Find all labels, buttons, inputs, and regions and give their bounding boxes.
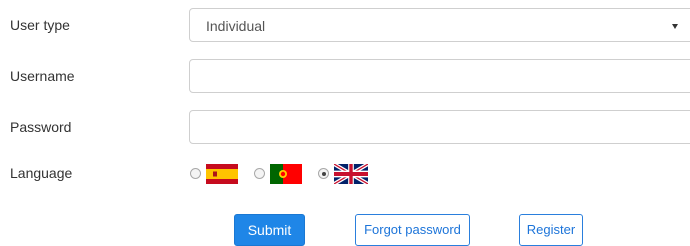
uk-flag-icon[interactable]	[334, 164, 368, 184]
password-label: Password	[10, 119, 72, 135]
user-type-select[interactable]: Individual	[189, 8, 690, 42]
username-label: Username	[10, 68, 75, 84]
portugal-flag-icon[interactable]	[270, 164, 302, 184]
register-button[interactable]: Register	[519, 214, 583, 246]
user-type-label: User type	[10, 17, 70, 33]
forgot-password-button[interactable]: Forgot password	[355, 214, 470, 246]
submit-button[interactable]: Submit	[234, 214, 305, 246]
language-radio-es[interactable]	[190, 168, 201, 179]
language-label: Language	[10, 165, 73, 181]
chevron-down-icon	[672, 24, 678, 29]
password-input[interactable]	[189, 110, 690, 144]
language-radio-en[interactable]	[318, 168, 329, 179]
username-input[interactable]	[189, 59, 690, 93]
spain-flag-icon[interactable]	[206, 164, 238, 184]
user-type-selected-value: Individual	[206, 18, 266, 34]
language-radio-pt[interactable]	[254, 168, 265, 179]
